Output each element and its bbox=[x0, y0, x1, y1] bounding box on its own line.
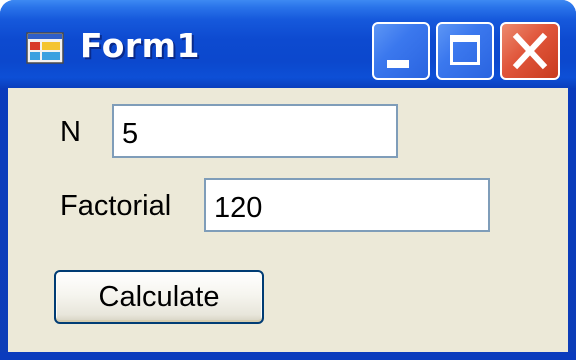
app-form-icon bbox=[26, 32, 64, 64]
maximize-icon bbox=[450, 35, 480, 65]
minimize-icon bbox=[387, 60, 409, 68]
form-client-area: N Factorial Calculate bbox=[8, 88, 568, 352]
window-title: Form1 bbox=[80, 26, 200, 65]
close-icon bbox=[512, 32, 548, 70]
n-input[interactable] bbox=[112, 104, 398, 158]
n-label: N bbox=[60, 116, 81, 148]
minimize-button[interactable] bbox=[372, 22, 430, 80]
calculate-button[interactable]: Calculate bbox=[54, 270, 264, 324]
title-bar[interactable]: Form1 bbox=[0, 0, 576, 88]
maximize-button[interactable] bbox=[436, 22, 494, 80]
window-bottom-border bbox=[0, 352, 576, 360]
factorial-output[interactable] bbox=[204, 178, 490, 232]
factorial-label: Factorial bbox=[60, 190, 172, 222]
application-window: Form1 N Factorial Calculate bbox=[0, 0, 576, 360]
close-button[interactable] bbox=[500, 22, 560, 80]
